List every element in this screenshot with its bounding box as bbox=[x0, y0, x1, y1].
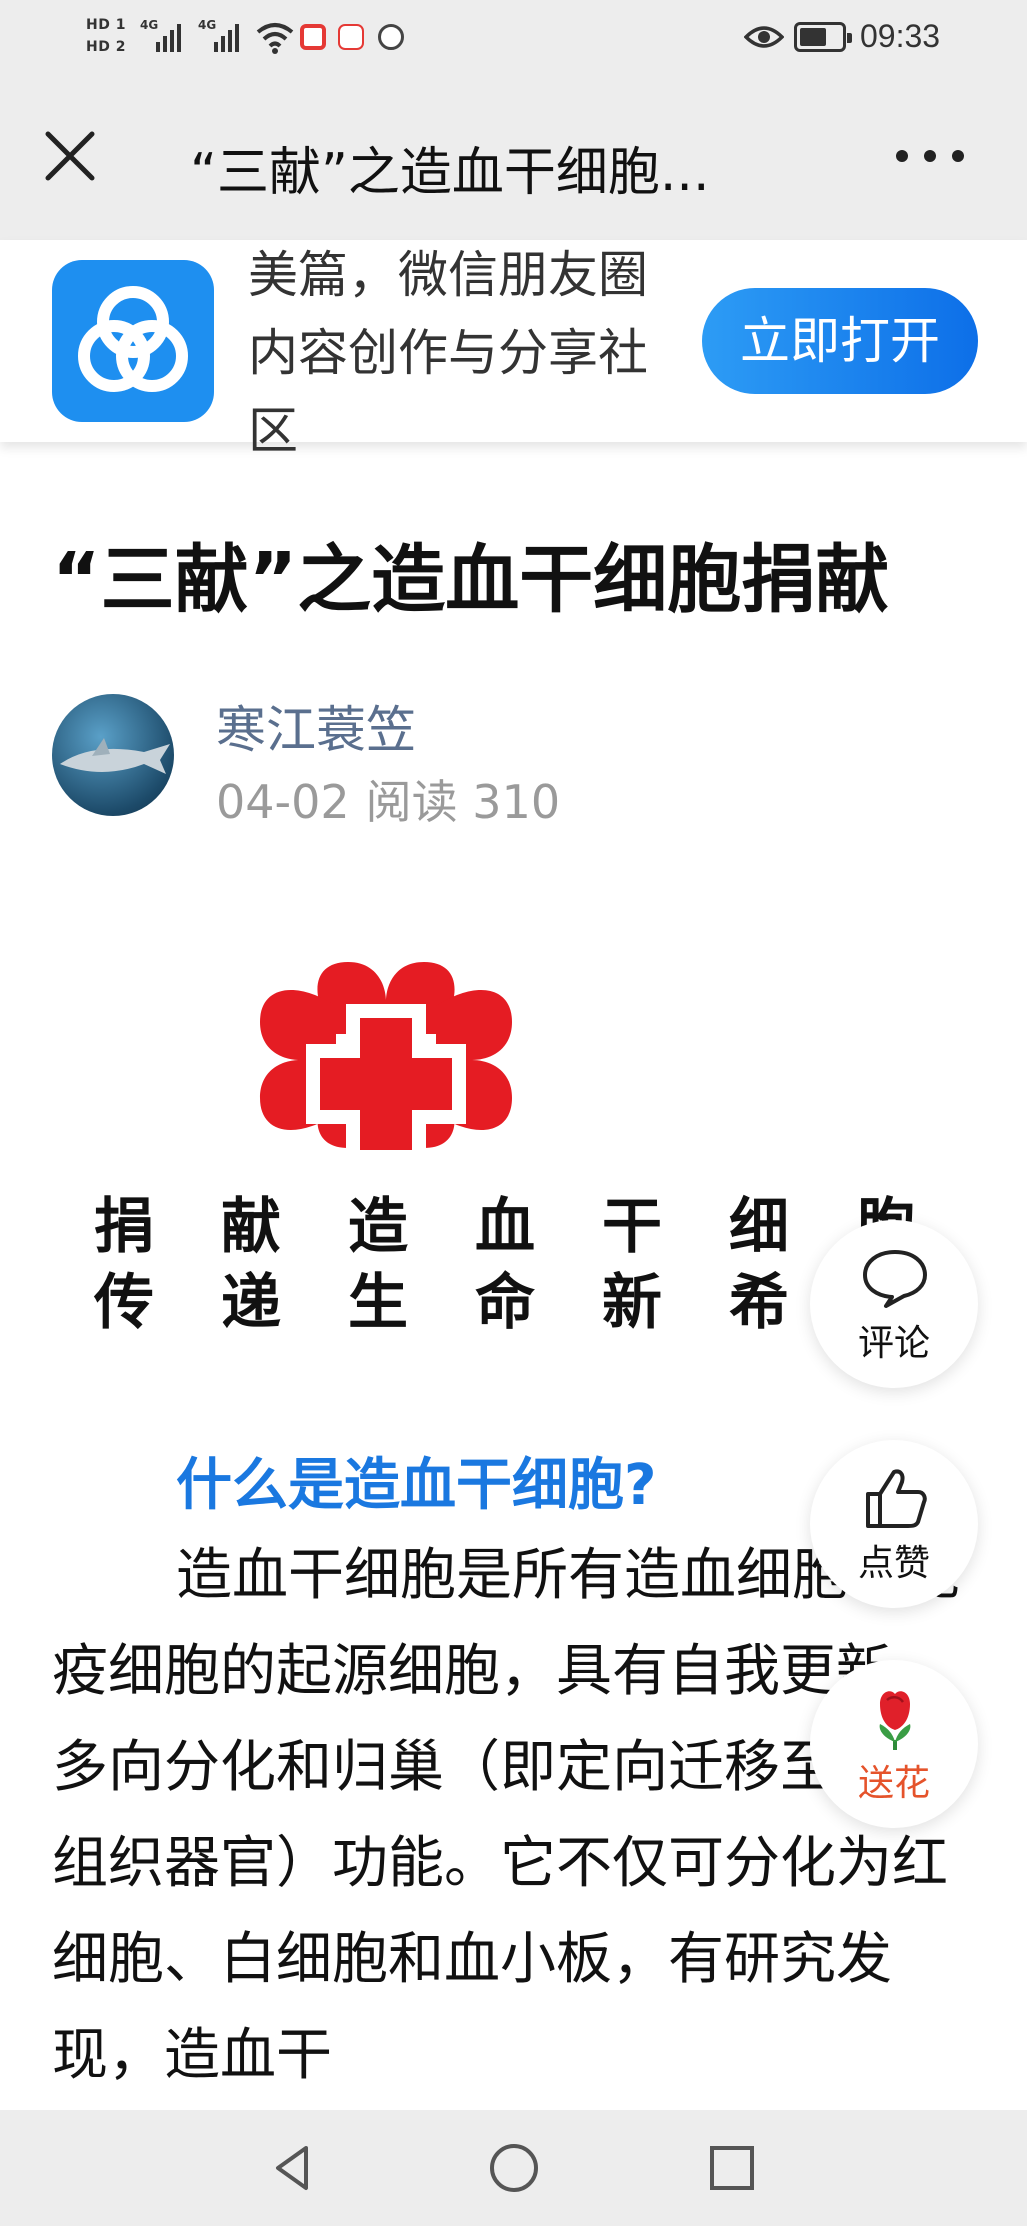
page-title: “三献”之造血干细胞... bbox=[190, 143, 710, 203]
more-icon[interactable] bbox=[890, 130, 970, 180]
sim2-label: HD 2 bbox=[86, 39, 126, 55]
comment-button[interactable]: 评论 bbox=[810, 1220, 978, 1388]
publish-date: 04-02 bbox=[216, 775, 350, 829]
navigation-bar: “三献”之造血干细胞... bbox=[0, 78, 1027, 240]
status-bar: HD 1 HD 2 4G 4G 09:33 bbox=[0, 0, 1027, 78]
read-count: 310 bbox=[472, 775, 561, 829]
flower-label: 送花 bbox=[857, 1763, 930, 1804]
sim1-label: HD 1 bbox=[86, 17, 126, 33]
thumbs-up-icon bbox=[866, 1469, 927, 1528]
article-paragraph: 造血干细胞是所有造血细胞和免疫细胞的起源细胞，具有自我更新、多向分化和归巢（即定… bbox=[52, 1543, 960, 2088]
author-name[interactable]: 寒江蓑笠 bbox=[216, 690, 416, 762]
recents-icon[interactable] bbox=[704, 2140, 760, 2196]
send-flower-button[interactable]: 送花 bbox=[810, 1660, 978, 1828]
system-navigation-bar bbox=[0, 2110, 1027, 2226]
like-button[interactable]: 点赞 bbox=[810, 1440, 978, 1608]
meipian-logo-icon bbox=[52, 260, 214, 422]
app-notification-icon bbox=[300, 24, 326, 50]
like-label: 点赞 bbox=[857, 1543, 930, 1584]
bot-icon bbox=[338, 24, 364, 50]
back-icon[interactable] bbox=[266, 2140, 322, 2196]
app-download-banner: 美篇，微信朋友圈内容创作与分享社区 立即打开 bbox=[0, 240, 1027, 460]
battery-icon bbox=[794, 22, 852, 52]
home-icon[interactable] bbox=[486, 2140, 542, 2196]
eye-icon bbox=[744, 26, 784, 48]
avatar[interactable] bbox=[52, 694, 174, 816]
article-meta: 04-02 阅读 310 bbox=[216, 766, 560, 832]
rose-icon bbox=[879, 1691, 911, 1750]
hand-icon bbox=[378, 24, 404, 50]
red-cross-heart-logo-icon bbox=[260, 962, 512, 1164]
section-heading: 什么是造血干细胞? bbox=[176, 1453, 657, 1518]
clock: 09:33 bbox=[860, 18, 941, 54]
open-app-button[interactable]: 立即打开 bbox=[702, 288, 978, 394]
close-icon[interactable] bbox=[30, 116, 110, 196]
read-label: 阅读 bbox=[365, 775, 458, 829]
wifi-icon bbox=[256, 23, 294, 54]
comment-label: 评论 bbox=[857, 1323, 930, 1364]
sim-indicators: HD 1 HD 2 bbox=[86, 14, 132, 58]
image-caption-line-1: 捐 献 造 血 干 细 胞 bbox=[94, 1192, 916, 1262]
article-title: “三献”之造血干细胞捐献 bbox=[52, 537, 890, 623]
comment-icon bbox=[863, 1250, 927, 1308]
banner-description: 美篇，微信朋友圈内容创作与分享社区 bbox=[248, 246, 648, 460]
